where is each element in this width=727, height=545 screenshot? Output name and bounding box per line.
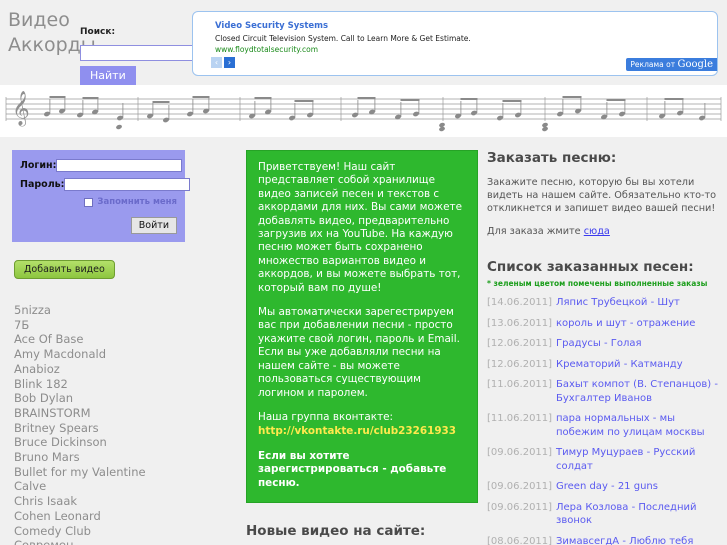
order-date: [12.06.2011] [487, 338, 553, 349]
order-title[interactable]: Лера Козлова - Последний звонок [553, 501, 725, 528]
artist-item[interactable]: Blink 182 [14, 377, 215, 392]
password-input[interactable] [64, 178, 191, 191]
artist-item[interactable]: 5nizza [14, 303, 215, 318]
password-label: Пароль: [20, 179, 65, 190]
order-date: [08.06.2011] [487, 535, 553, 545]
add-video-button[interactable]: Добавить видео [14, 260, 115, 279]
artist-item[interactable]: Amy Macdonald [14, 347, 215, 362]
music-staff-icon: 𝄞 [5, 91, 722, 132]
artist-item[interactable]: Britney Spears [14, 421, 215, 436]
login-submit-row: Войти [20, 213, 177, 234]
ad-next-icon[interactable]: › [224, 57, 235, 68]
artist-item[interactable]: Ace Of Base [14, 332, 215, 347]
order-date: [09.06.2011] [487, 501, 553, 513]
order-cta-link[interactable]: сюда [584, 226, 610, 237]
artist-item[interactable]: Chris Isaak [14, 494, 215, 509]
order-title[interactable]: Тимур Муцураев - Русский солдат [553, 446, 725, 473]
table-row: [11.06.2011] Бахыт компот (В. Степанцов)… [487, 378, 725, 405]
order-date: [09.06.2011] [487, 447, 553, 458]
ad-url[interactable]: www.floydtotalsecurity.com [215, 45, 318, 54]
artist-item[interactable]: Bullet for my Valentine [14, 465, 215, 480]
order-date: [12.06.2011] [487, 358, 553, 370]
registration-note: Если вы хотите зарегистрироваться - доба… [258, 449, 447, 489]
table-row: [13.06.2011] король и шут - отражение [487, 317, 725, 331]
table-row: [09.06.2011] Тимур Муцураев - Русский со… [487, 446, 725, 473]
right-column: Заказать песню: Закажите песню, которую … [487, 137, 725, 545]
table-row: [08.06.2011] ЗимавсегдА - Люблю тебя [487, 535, 725, 545]
search-area: Поиск: Найти [80, 27, 200, 85]
page-root: Видео Аккорды Поиск: Найти Video Securit… [0, 0, 727, 545]
artist-item[interactable]: BRAINSTORM [14, 406, 215, 421]
order-title[interactable]: Green day - 21 guns [553, 480, 658, 494]
login-submit-button[interactable]: Войти [130, 217, 177, 234]
order-date: [11.06.2011] [487, 413, 553, 424]
login-field-row: Логин: [20, 159, 183, 172]
artist-item[interactable]: Bruce Dickinson [14, 435, 215, 450]
order-song-heading: Заказать песню: [487, 150, 617, 166]
left-sidebar: Логин: Пароль: Запомнить меня Войти Доба… [0, 137, 215, 545]
table-row: [09.06.2011] Green day - 21 guns [487, 480, 725, 494]
order-title[interactable]: Ляпис Трубецкой - Шут [553, 296, 680, 310]
order-date: [13.06.2011] [487, 317, 553, 329]
new-videos-heading: Новые видео на сайте: [246, 522, 426, 539]
ad-brand-prefix: Реклама от [630, 60, 678, 69]
site-logo[interactable]: Видео Аккорды [8, 8, 96, 58]
order-title[interactable]: Крематорий - Катманду [553, 358, 683, 372]
search-label: Поиск: [80, 27, 116, 37]
remember-me-checkbox[interactable] [84, 197, 94, 207]
middle-column: Приветствуем! Наш сайт представляет собо… [240, 137, 480, 545]
ad-prev-icon[interactable]: ‹ [211, 57, 222, 68]
artist-list: 5nizza 7Б Ace Of Base Amy Macdonald Anab… [14, 303, 215, 545]
search-input[interactable] [80, 44, 200, 61]
remember-me-label: Запомнить меня [97, 197, 177, 207]
artist-item[interactable]: Bob Dylan [14, 391, 215, 406]
svg-text:𝄞: 𝄞 [12, 91, 30, 127]
order-date: [09.06.2011] [487, 481, 553, 492]
remember-me-row[interactable]: Запомнить меня [20, 197, 177, 207]
order-date: [14.06.2011] [487, 297, 553, 308]
login-label: Логин: [20, 160, 57, 171]
artist-item[interactable]: 7Б [14, 318, 215, 333]
ordered-songs-heading: Список заказанных песен: [487, 259, 694, 275]
ad-description: Closed Circuit Television System. Call t… [215, 34, 471, 43]
login-input[interactable] [56, 159, 183, 172]
order-title[interactable]: пара нормальных - мы побежим по улицам м… [553, 412, 725, 439]
order-song-cta: Для заказа жмите сюда [487, 226, 725, 237]
vk-group-link[interactable]: http://vkontakte.ru/club23261933 [258, 425, 456, 437]
table-row: [12.06.2011] Градусы - Голая [487, 337, 725, 351]
order-song-text: Закажите песню, которую бы вы хотели вид… [487, 177, 717, 214]
google-ad-banner[interactable]: Video Security Systems Closed Circuit Te… [192, 11, 718, 76]
ordered-songs-note: * зеленым цветом помечены выполненные за… [487, 279, 708, 288]
artist-item[interactable]: Cohen Leonard [14, 509, 215, 524]
order-title[interactable]: ЗимавсегдА - Люблю тебя [553, 535, 693, 545]
ad-brand-name: Google [677, 59, 713, 70]
artist-item[interactable]: Bruno Mars [14, 450, 215, 465]
music-staff-banner: 𝄞 [0, 85, 727, 137]
table-row: [12.06.2011] Крематорий - Катманду [487, 358, 725, 372]
order-title[interactable]: Градусы - Голая [553, 337, 642, 351]
artist-item[interactable]: Calve [14, 479, 215, 494]
table-row: [09.06.2011] Лера Козлова - Последний зв… [487, 501, 725, 528]
artist-item[interactable]: Современ [14, 538, 215, 545]
ad-brand-label: Реклама от Google [626, 58, 717, 71]
ad-title[interactable]: Video Security Systems [215, 21, 328, 31]
search-button[interactable]: Найти [80, 65, 136, 85]
order-title[interactable]: король и шут - отражение [553, 317, 695, 331]
order-title[interactable]: Бахыт компот (В. Степанцов) - Бухгалтер … [553, 378, 725, 405]
site-header: Видео Аккорды Поиск: Найти Video Securit… [0, 0, 727, 85]
welcome-paragraph-2: Мы автоматически зарегестрируем вас при … [258, 306, 460, 399]
table-row: [11.06.2011] пара нормальных - мы побежи… [487, 412, 725, 439]
password-field-row: Пароль: [20, 178, 191, 191]
welcome-paragraph-1: Приветствуем! Наш сайт представляет собо… [258, 161, 463, 294]
ad-nav: ‹ › [211, 57, 235, 68]
order-date: [11.06.2011] [487, 379, 553, 390]
login-panel: Логин: Пароль: Запомнить меня Войти [12, 150, 191, 242]
welcome-panel: Приветствуем! Наш сайт представляет собо… [246, 150, 478, 503]
artist-item[interactable]: Anabioz [14, 362, 215, 377]
artist-item[interactable]: Comedy Club [14, 524, 215, 539]
ordered-songs-list: [14.06.2011] Ляпис Трубецкой - Шут [13.0… [487, 296, 725, 545]
order-cta-prefix: Для заказа жмите [487, 226, 584, 237]
vk-group-label: Наша группа вконтакте: [258, 410, 394, 423]
table-row: [14.06.2011] Ляпис Трубецкой - Шут [487, 296, 725, 310]
